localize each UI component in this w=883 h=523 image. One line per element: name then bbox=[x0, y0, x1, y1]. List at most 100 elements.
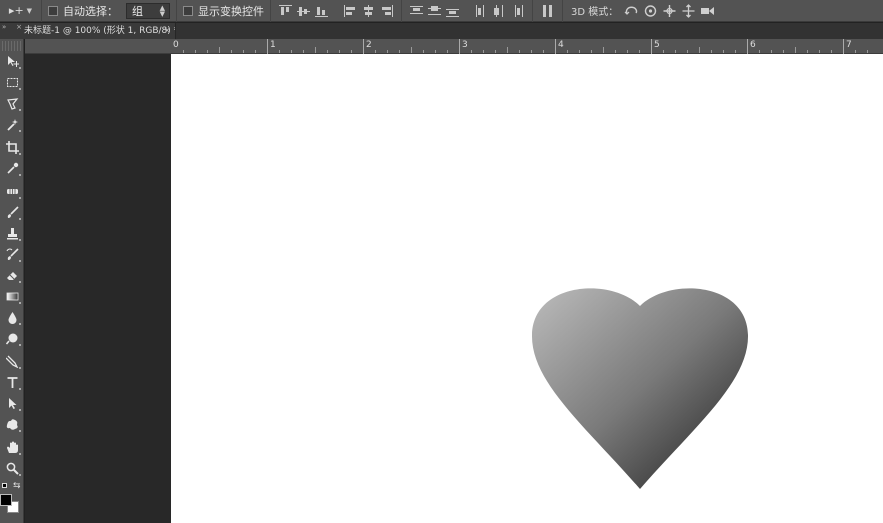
history-brush-icon[interactable] bbox=[0, 244, 24, 265]
ruler-minor-tick bbox=[411, 47, 412, 53]
ruler-label: 0 bbox=[173, 40, 179, 50]
close-icon[interactable]: × bbox=[163, 23, 171, 39]
align-bottom-edges-icon[interactable] bbox=[315, 5, 328, 17]
ruler-minor-tick bbox=[279, 50, 280, 53]
clone-stamp-icon[interactable] bbox=[0, 223, 24, 244]
crop-tool-icon[interactable] bbox=[0, 137, 24, 158]
ruler-minor-tick bbox=[687, 50, 688, 53]
distribute-right-icon[interactable] bbox=[511, 4, 524, 17]
ruler-minor-tick bbox=[195, 50, 196, 53]
ruler-minor-tick bbox=[471, 50, 472, 53]
blur-tool-icon[interactable] bbox=[0, 307, 24, 328]
ruler-minor-tick bbox=[639, 50, 640, 53]
align-right-edges-icon[interactable] bbox=[380, 4, 393, 17]
distribute-bottom-icon[interactable] bbox=[446, 5, 459, 17]
show-transform-group: 显示变换控件 bbox=[177, 0, 271, 22]
ruler-minor-tick bbox=[735, 50, 736, 53]
ruler-minor-tick bbox=[387, 50, 388, 53]
show-transform-label: 显示变换控件 bbox=[198, 4, 264, 18]
rotate-3d-icon[interactable] bbox=[624, 4, 639, 18]
ruler-label: 4 bbox=[558, 40, 564, 50]
document-tab-title: 未标题-1 @ 100% (形状 1, RGB/8) * bbox=[24, 26, 176, 36]
tool-preset-picker[interactable]: ▸+ ▼ bbox=[0, 0, 42, 22]
type-tool-icon[interactable] bbox=[0, 372, 24, 393]
pen-tool-icon[interactable] bbox=[0, 351, 24, 372]
auto-select-checkbox[interactable] bbox=[48, 5, 58, 16]
marquee-tool-icon[interactable] bbox=[0, 72, 24, 93]
ruler-minor-tick bbox=[243, 50, 244, 53]
scale-3d-icon[interactable] bbox=[700, 4, 715, 18]
ruler-minor-tick bbox=[435, 50, 436, 53]
ruler-minor-tick bbox=[207, 50, 208, 53]
distribute-vcenter-icon[interactable] bbox=[428, 5, 441, 17]
slide-3d-icon[interactable] bbox=[681, 3, 696, 18]
expand-panel-icon[interactable]: » bbox=[2, 23, 6, 31]
align-top-edges-icon[interactable] bbox=[279, 4, 292, 17]
foreground-color-swatch[interactable] bbox=[0, 494, 12, 506]
lasso-tool-icon[interactable] bbox=[0, 93, 24, 114]
eyedropper-icon[interactable] bbox=[0, 158, 24, 179]
toolbox-grip[interactable] bbox=[2, 41, 21, 51]
color-swatches: ⇆ bbox=[0, 479, 24, 523]
document-canvas[interactable] bbox=[171, 54, 883, 523]
auto-select-value: 组 bbox=[132, 4, 143, 18]
close-panel-icon[interactable]: × bbox=[16, 23, 22, 31]
magic-wand-icon[interactable] bbox=[0, 114, 24, 135]
zoom-tool-icon[interactable] bbox=[0, 458, 24, 479]
roll-3d-icon[interactable] bbox=[643, 4, 658, 18]
auto-select-dropdown[interactable]: 组 ▲ ▼ bbox=[126, 2, 170, 19]
align-horizontal-centers-icon[interactable] bbox=[362, 4, 375, 17]
ruler-minor-tick bbox=[867, 50, 868, 53]
default-colors-icon[interactable] bbox=[2, 483, 7, 488]
distribute-left-icon[interactable] bbox=[475, 4, 488, 17]
align-left-edges-icon[interactable] bbox=[344, 4, 357, 17]
ruler-label: 7 bbox=[846, 40, 852, 50]
ruler-major-tick bbox=[363, 39, 364, 54]
ruler-minor-tick bbox=[291, 50, 292, 53]
gradient-tool-icon[interactable] bbox=[0, 286, 24, 307]
3d-mode-label: 3D 模式： bbox=[571, 7, 619, 18]
custom-shape-icon[interactable] bbox=[0, 414, 24, 435]
path-selection-icon[interactable] bbox=[0, 393, 24, 414]
ruler-minor-tick bbox=[807, 50, 808, 53]
ruler-minor-tick bbox=[543, 50, 544, 53]
distribute-hcenter-icon[interactable] bbox=[493, 4, 506, 17]
ruler-minor-tick bbox=[771, 50, 772, 53]
ruler-minor-tick bbox=[627, 50, 628, 53]
ruler-major-tick bbox=[843, 39, 844, 54]
ruler-major-tick bbox=[555, 39, 556, 54]
ruler-minor-tick bbox=[339, 50, 340, 53]
ruler-minor-tick bbox=[519, 50, 520, 53]
ruler-major-tick bbox=[747, 39, 748, 54]
ruler-minor-tick bbox=[507, 47, 508, 53]
swap-colors-icon[interactable]: ⇆ bbox=[13, 481, 21, 491]
ruler-minor-tick bbox=[351, 50, 352, 53]
ruler-minor-tick bbox=[495, 50, 496, 53]
eraser-icon[interactable] bbox=[0, 265, 24, 286]
toolbox: ⇆ bbox=[0, 39, 24, 523]
document-tab[interactable]: 未标题-1 @ 100% (形状 1, RGB/8) * × bbox=[0, 23, 176, 39]
pan-3d-icon[interactable] bbox=[662, 4, 677, 18]
auto-align-layers-icon[interactable] bbox=[541, 4, 554, 17]
brush-tool-icon[interactable] bbox=[0, 202, 24, 223]
hand-tool-icon[interactable] bbox=[0, 437, 24, 458]
move-tool-preset-icon: ▸+ bbox=[8, 4, 24, 17]
horizontal-ruler[interactable]: 0 1 2 3 4 5 6 7 bbox=[171, 39, 883, 54]
ruler-label: 6 bbox=[750, 40, 756, 50]
healing-brush-icon[interactable] bbox=[0, 181, 24, 202]
ruler-minor-tick bbox=[231, 50, 232, 53]
ruler-major-tick bbox=[459, 39, 460, 54]
show-transform-checkbox[interactable] bbox=[183, 5, 193, 16]
ruler-minor-tick bbox=[783, 50, 784, 53]
align-vertical-centers-icon[interactable] bbox=[297, 5, 310, 17]
heart-shape-layer[interactable] bbox=[531, 287, 749, 490]
ruler-minor-tick bbox=[615, 50, 616, 53]
dodge-tool-icon[interactable] bbox=[0, 328, 24, 349]
distribute-top-icon[interactable] bbox=[410, 5, 423, 17]
ruler-minor-tick bbox=[675, 50, 676, 53]
ruler-minor-tick bbox=[423, 50, 424, 53]
ruler-minor-tick bbox=[327, 50, 328, 53]
move-tool-icon[interactable] bbox=[0, 51, 24, 72]
ruler-minor-tick bbox=[819, 50, 820, 53]
updown-arrows-icon: ▲ ▼ bbox=[159, 3, 165, 18]
